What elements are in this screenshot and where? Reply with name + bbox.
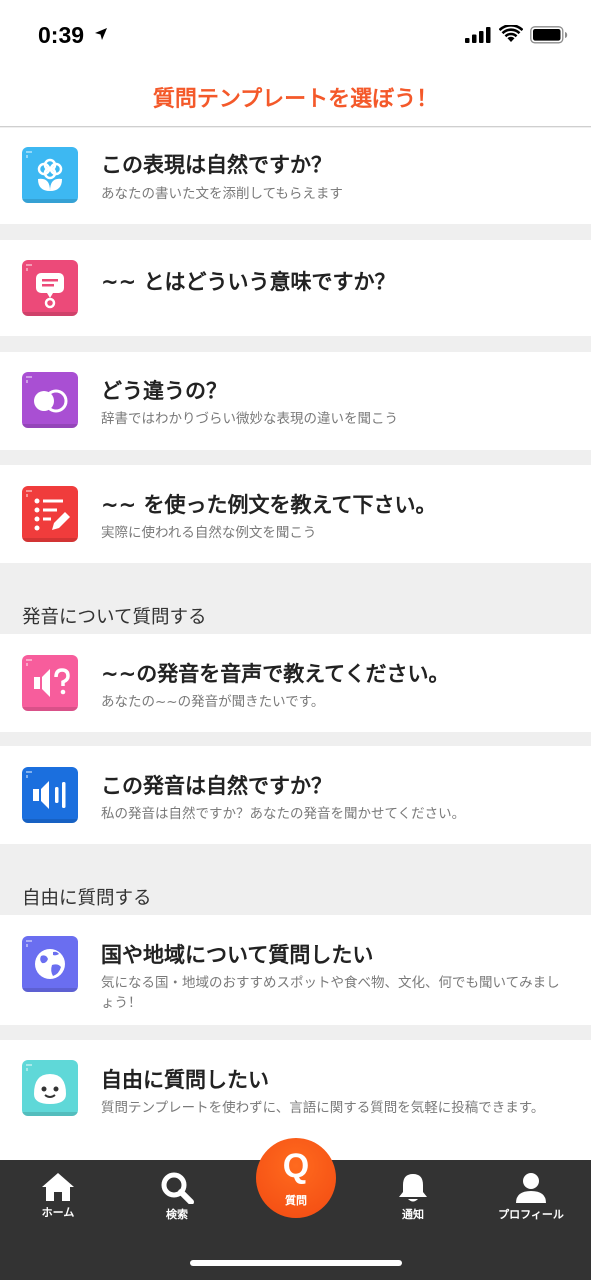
question-fab-button[interactable]: Q 質問 — [256, 1138, 336, 1218]
nav-header: 質問テンプレートを選ぼう！ — [0, 70, 591, 127]
speaker-sound-icon — [22, 767, 78, 823]
tab-profile[interactable]: プロフィール — [481, 1168, 581, 1230]
list-pencil-icon — [22, 486, 78, 542]
wifi-icon — [499, 25, 523, 42]
template-title: 国や地域について質問したい — [101, 943, 374, 967]
tab-label: 通知 — [402, 1208, 424, 1221]
speech-bubble-icon — [22, 260, 78, 316]
template-title: ~~ とはどういう意味ですか？ — [101, 270, 396, 294]
template-title: ~~ を使った例文を教えて下さい。 — [101, 493, 437, 517]
template-subtitle: あなたの書いた文を添削してもらえます — [101, 186, 343, 202]
template-subtitle: あなたの~~の発音が聞きたいです。 — [101, 694, 325, 710]
tab-label: 検索 — [166, 1208, 188, 1221]
template-title: この発音は自然ですか？ — [101, 774, 332, 798]
template-title: この表現は自然ですか？ — [101, 153, 332, 177]
template-meaning[interactable]: ~~ とはどういう意味ですか？ — [0, 240, 591, 336]
status-time: 0:39 — [38, 22, 85, 48]
template-natural-expression[interactable]: この表現は自然ですか？ あなたの書いた文を添削してもらえます — [0, 128, 591, 224]
speaker-question-icon — [22, 655, 78, 711]
template-difference[interactable]: どう違うの？ 辞書ではわかりづらい微妙な表現の違いを聞こう — [0, 352, 591, 450]
tab-label: プロフィール — [498, 1208, 564, 1221]
tab-label: ホーム — [41, 1206, 75, 1219]
template-pronunciation-check[interactable]: この発音は自然ですか？ 私の発音は自然ですか？あなたの発音を聞かせてください。 — [0, 746, 591, 844]
template-title: 自由に質問したい — [101, 1068, 269, 1092]
bell-icon — [399, 1174, 427, 1202]
fab-label: 質問 — [285, 1194, 307, 1207]
tab-search[interactable]: 検索 — [127, 1168, 227, 1230]
template-pronunciation-audio[interactable]: ~~の発音を音声で教えてください。 あなたの~~の発音が聞きたいです。 — [0, 634, 591, 732]
flower-icon — [22, 147, 78, 203]
person-icon — [516, 1173, 546, 1203]
tab-home[interactable]: ホーム — [8, 1168, 108, 1230]
home-icon — [42, 1173, 74, 1201]
smiley-face-icon — [22, 1060, 78, 1116]
page-title: 質問テンプレートを選ぼう！ — [152, 87, 439, 112]
section-heading-free: 自由に質問する — [22, 888, 152, 909]
template-subtitle: 実際に使われる自然な例文を聞こう — [101, 525, 317, 541]
battery-icon — [530, 26, 568, 44]
template-subtitle: 私の発音は自然ですか？あなたの発音を聞かせてください。 — [101, 806, 466, 822]
template-subtitle: 質問テンプレートを使わずに、言語に関する質問を気軽に投稿できます。 — [101, 1100, 545, 1116]
globe-icon — [22, 936, 78, 992]
template-example-sentence[interactable]: ~~ を使った例文を教えて下さい。 実際に使われる自然な例文を聞こう — [0, 465, 591, 563]
overlap-circles-icon — [22, 372, 78, 428]
search-icon — [161, 1172, 194, 1204]
section-heading-pronunciation: 発音について質問する — [22, 607, 207, 628]
template-title: どう違うの？ — [101, 379, 227, 403]
cellular-signal-icon — [465, 27, 491, 43]
home-indicator — [190, 1260, 402, 1266]
template-title: ~~の発音を音声で教えてください。 — [101, 662, 450, 686]
template-subtitle: 気になる国・地域のおすすめスポットや食べ物、文化、何でも聞いてみましょう！ — [101, 975, 560, 1011]
location-arrow-icon — [95, 28, 107, 40]
tab-notifications[interactable]: 通知 — [363, 1168, 463, 1230]
template-country-region[interactable]: 国や地域について質問したい 気になる国・地域のおすすめスポットや食べ物、文化、何… — [0, 915, 591, 1025]
question-q-icon: Q — [282, 1147, 310, 1185]
status-bar: 0:39 — [0, 0, 591, 70]
template-subtitle: 辞書ではわかりづらい微妙な表現の違いを聞こう — [101, 411, 398, 427]
